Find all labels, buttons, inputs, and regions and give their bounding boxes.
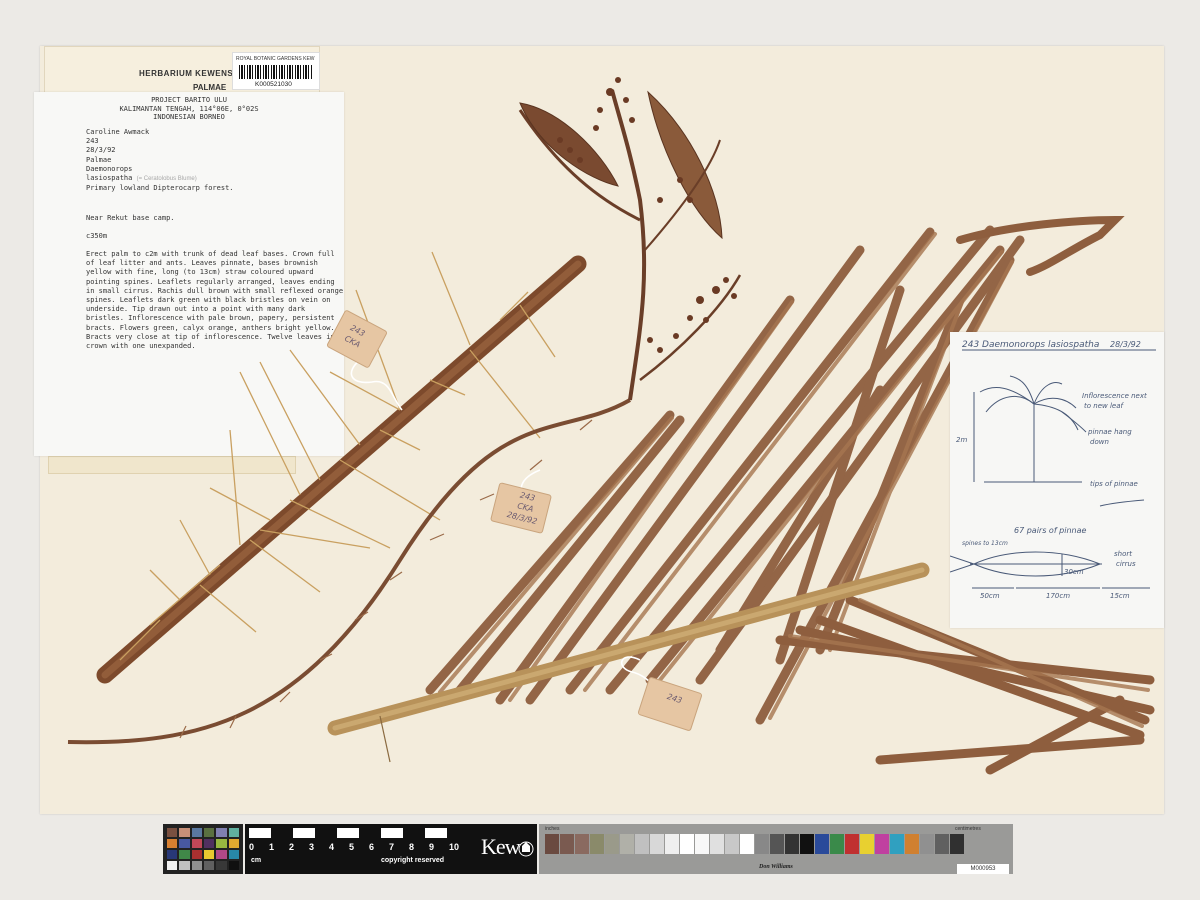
scale-bar: 0 1 2 3 4 5 6 7 8 9 10 cm copyright rese… bbox=[163, 824, 1013, 876]
sketch-note-text: tips of pinnae bbox=[1090, 480, 1138, 488]
ruler-cells bbox=[249, 828, 469, 838]
kew-logo: Kew bbox=[481, 834, 521, 859]
sketch-length: 15cm bbox=[1110, 592, 1130, 600]
tick-label: 4 bbox=[329, 842, 335, 852]
tick-label: 6 bbox=[369, 842, 375, 852]
tag-text: 243 bbox=[665, 691, 684, 706]
field-sketch-note: 243 Daemonorops lasiospatha 28/3/92 Infl… bbox=[950, 332, 1164, 628]
inflorescence bbox=[518, 77, 742, 401]
sketch-note-text: cirrus bbox=[1116, 560, 1136, 568]
cm-ruler: 0 1 2 3 4 5 6 7 8 9 10 cm copyright rese… bbox=[245, 824, 537, 874]
ruler-ticks: 0 1 2 3 4 5 6 7 8 9 10 bbox=[249, 842, 469, 852]
sketch-note-text: pinnae hang bbox=[1088, 428, 1132, 436]
grey-scale-chart: inches centimetres Don Williams M000953 bbox=[539, 824, 1013, 874]
tick-label: 9 bbox=[429, 842, 435, 852]
tick-label: 10 bbox=[449, 842, 460, 852]
sketch-length: 170cm bbox=[1046, 592, 1071, 600]
tick-label: 3 bbox=[309, 842, 315, 852]
copyright: copyright reserved bbox=[381, 857, 445, 864]
sketch-note-text: short bbox=[1114, 550, 1132, 558]
tick-label: 2 bbox=[289, 842, 295, 852]
sketch-note-text: spines to 13cm bbox=[962, 540, 1008, 547]
sketch-length: 50cm bbox=[980, 592, 1000, 600]
chart-brand: Don Williams bbox=[759, 864, 793, 870]
spiny-rachis bbox=[67, 398, 631, 745]
tick-label: 8 bbox=[409, 842, 415, 852]
sketch-title: 243 Daemonorops lasiospatha bbox=[962, 340, 1100, 350]
chart-code: M000953 bbox=[957, 864, 1009, 874]
tick-label: 1 bbox=[269, 842, 275, 852]
color-checker bbox=[163, 824, 243, 874]
tick-label: 5 bbox=[349, 842, 355, 852]
chart-label: inches centimetres bbox=[545, 826, 981, 832]
grey-patches bbox=[545, 834, 965, 854]
sketch-note-text: to new leaf bbox=[1084, 402, 1123, 410]
ruler-unit: cm bbox=[251, 857, 262, 864]
sketch-note-text: down bbox=[1090, 438, 1109, 446]
tick-label: 0 bbox=[249, 842, 255, 852]
sketch-date: 28/3/92 bbox=[1110, 340, 1141, 349]
tag-text: 28/3/92 bbox=[505, 509, 539, 527]
tick-label: 7 bbox=[389, 842, 395, 852]
crest-icon bbox=[518, 841, 534, 857]
sketch-width: 30cm bbox=[1064, 568, 1084, 576]
sketch-note-text: Inflorescence next bbox=[1082, 392, 1147, 400]
sketch-height: 2m bbox=[956, 436, 968, 444]
sketch-note-text: 67 pairs of pinnae bbox=[1014, 526, 1087, 535]
